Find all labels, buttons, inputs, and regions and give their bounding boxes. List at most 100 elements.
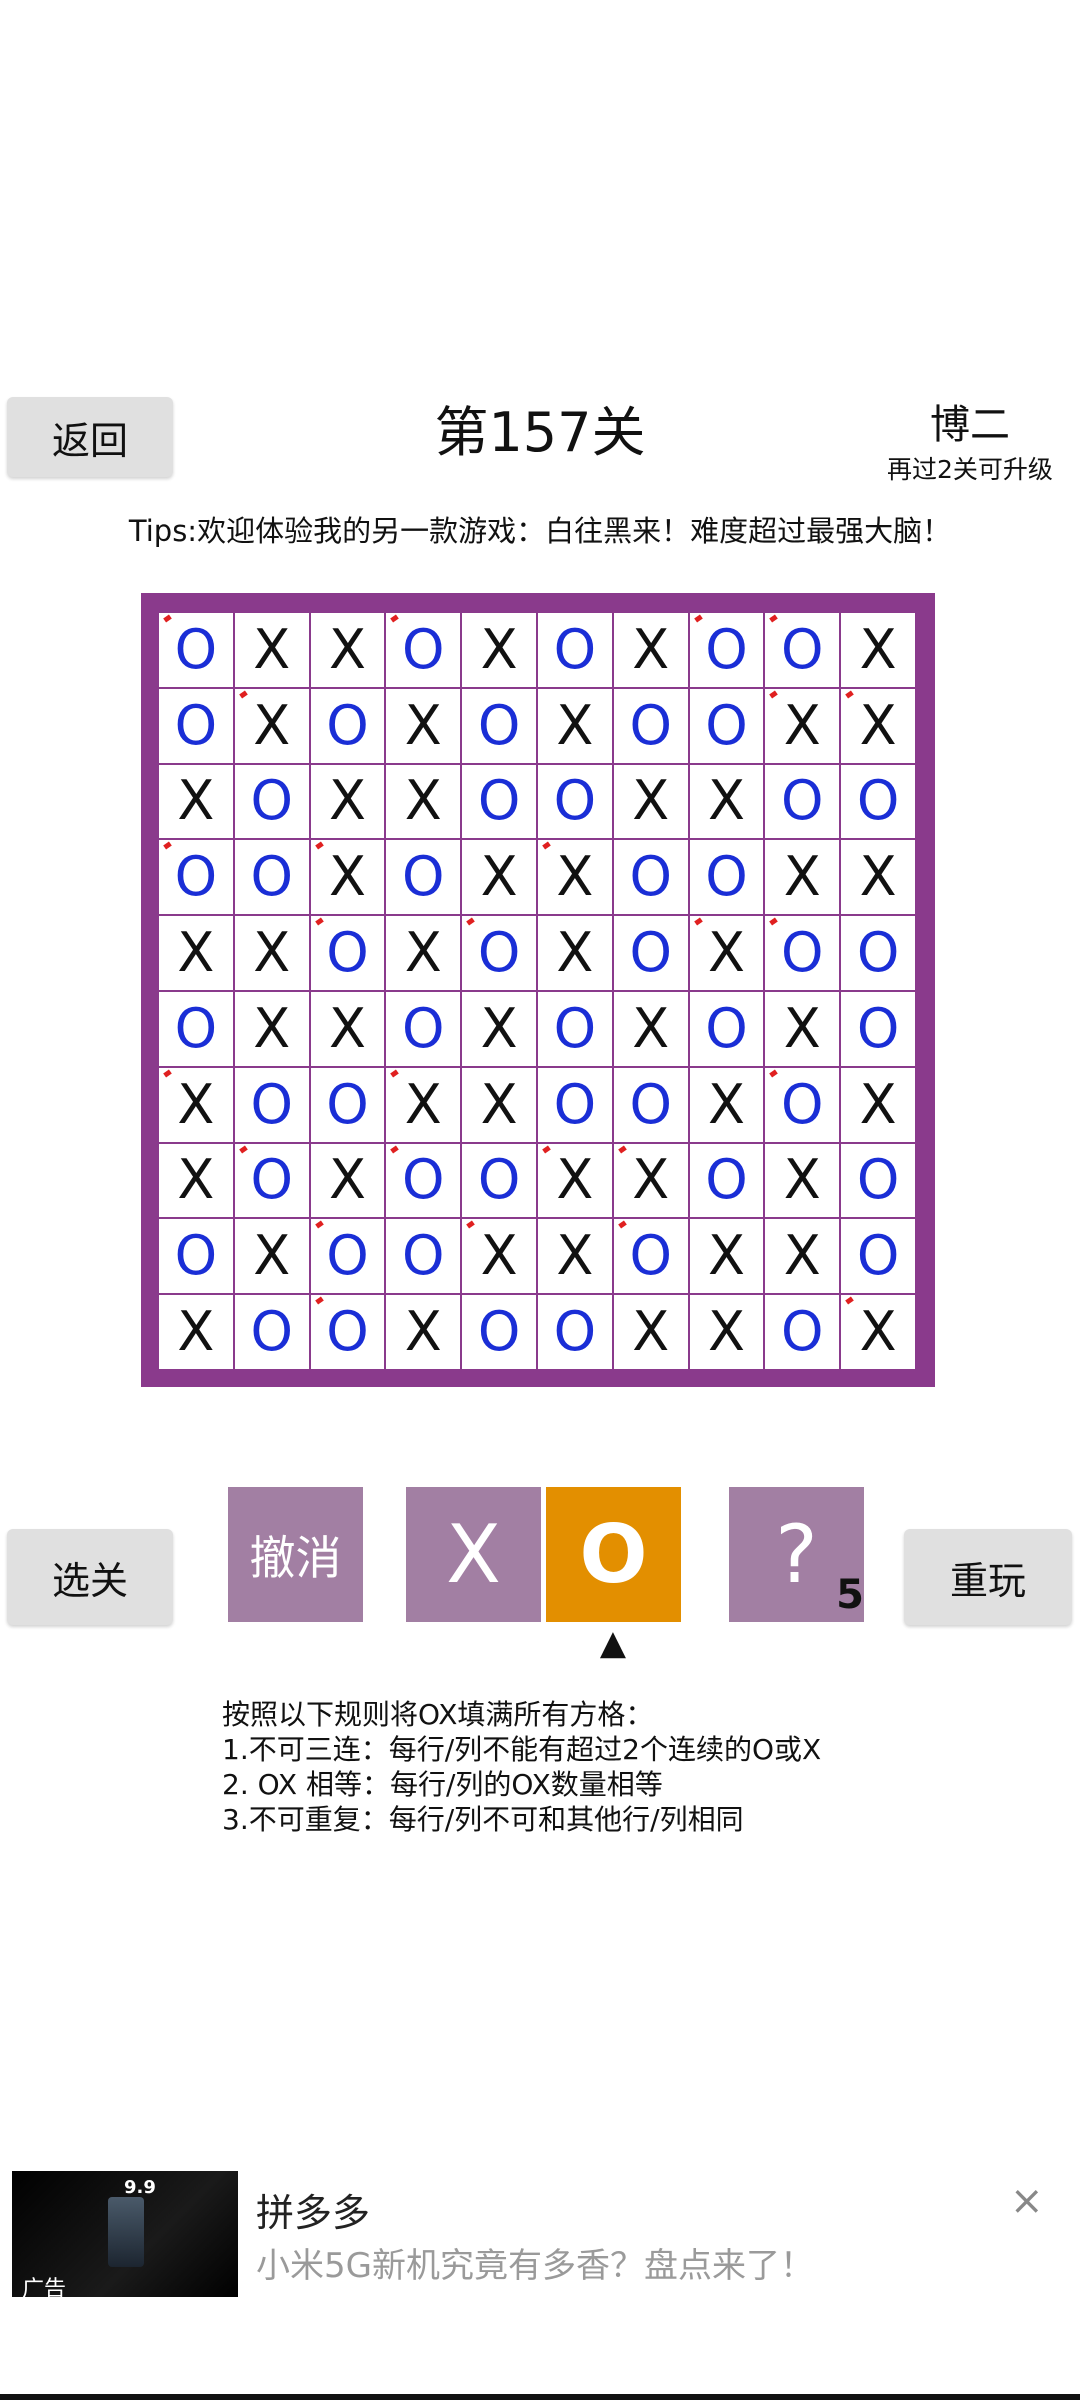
board-cell[interactable]: X [613,613,688,687]
board-cell[interactable]: X [159,916,233,990]
board-cell[interactable]: O [310,688,385,763]
board-cell[interactable]: O [538,613,612,687]
board-cell[interactable]: X [613,1295,688,1369]
board-cell[interactable]: O [234,1143,309,1218]
board-cell[interactable]: O [234,764,309,839]
ad-banner[interactable]: 9.9 广告 拼多多 小米5G新机究竟有多香？盘点来了！ × [0,2170,1080,2302]
board-cell[interactable]: X [386,1295,461,1369]
board-cell[interactable]: X [538,1143,612,1218]
board-cell[interactable]: X [538,688,612,763]
board-cell[interactable]: X [386,916,461,990]
board-cell[interactable]: O [689,1143,764,1218]
board-cell[interactable]: X [841,840,915,915]
board-cell[interactable]: O [386,992,461,1066]
board-cell[interactable]: X [310,840,385,915]
board-cell[interactable]: X [841,613,915,687]
board-cell[interactable]: X [613,764,688,839]
board-cell[interactable]: X [765,992,840,1066]
board-cell[interactable]: X [462,1219,536,1294]
board-cell[interactable]: X [765,1143,840,1218]
board-cell[interactable]: X [765,840,840,915]
board-cell[interactable]: O [234,840,309,915]
board-cell[interactable]: X [613,992,688,1066]
undo-button[interactable]: 撤消 [228,1487,363,1622]
board-cell[interactable]: O [613,688,688,763]
board-cell[interactable]: O [689,992,764,1066]
board-cell[interactable]: O [765,916,840,990]
back-button[interactable]: 返回 [7,397,173,477]
ad-title[interactable]: 拼多多 [256,2182,370,2237]
board-cell[interactable]: X [310,1143,385,1218]
board-cell[interactable]: X [159,1295,233,1369]
board-cell[interactable]: X [765,688,840,763]
board-cell[interactable]: O [159,840,233,915]
board-cell[interactable]: X [689,1295,764,1369]
board-cell[interactable]: X [538,916,612,990]
board-cell[interactable]: X [689,764,764,839]
board-cell[interactable]: X [689,1219,764,1294]
board-cell[interactable]: O [613,840,688,915]
board-cell[interactable]: X [159,1143,233,1218]
board-cell[interactable]: X [234,992,309,1066]
board-cell[interactable]: O [386,840,461,915]
board-cell[interactable]: X [386,764,461,839]
board-cell[interactable]: O [841,1219,915,1294]
board-cell[interactable]: O [159,992,233,1066]
board-cell[interactable]: X [386,688,461,763]
board-cell[interactable]: X [538,1219,612,1294]
board-cell[interactable]: X [234,613,309,687]
board-cell[interactable]: X [310,764,385,839]
board-cell[interactable]: O [462,916,536,990]
board-cell[interactable]: O [689,840,764,915]
restart-button[interactable]: 重玩 [904,1529,1072,1625]
board-cell[interactable]: O [538,764,612,839]
board-cell[interactable]: O [538,992,612,1066]
board-cell[interactable]: X [538,840,612,915]
board-cell[interactable]: O [234,1295,309,1369]
board-cell[interactable]: O [765,764,840,839]
board-cell[interactable]: O [386,1219,461,1294]
board-cell[interactable]: O [613,1067,688,1142]
board-cell[interactable]: O [462,1143,536,1218]
board-cell[interactable]: O [310,916,385,990]
board-cell[interactable]: O [765,613,840,687]
board-cell[interactable]: O [159,613,233,687]
board-cell[interactable]: O [689,688,764,763]
board-cell[interactable]: O [689,613,764,687]
ad-thumbnail[interactable]: 9.9 广告 [12,2171,238,2302]
board-cell[interactable]: O [538,1295,612,1369]
board-cell[interactable]: O [462,764,536,839]
board-cell[interactable]: X [462,840,536,915]
select-level-button[interactable]: 选关 [7,1529,173,1625]
board-cell[interactable]: O [841,916,915,990]
board-cell[interactable]: O [310,1067,385,1142]
board-cell[interactable]: O [386,1143,461,1218]
board-cell[interactable]: O [310,1219,385,1294]
board-cell[interactable]: X [310,613,385,687]
board-cell[interactable]: X [841,1295,915,1369]
board-cell[interactable]: O [765,1295,840,1369]
board-cell[interactable]: X [462,992,536,1066]
board-cell[interactable]: X [234,1219,309,1294]
board-cell[interactable]: X [765,1219,840,1294]
board-cell[interactable]: X [310,992,385,1066]
board-cell[interactable]: X [841,1067,915,1142]
close-icon[interactable]: × [1010,2178,1044,2224]
board-cell[interactable]: O [159,688,233,763]
x-select-button[interactable]: X [406,1487,541,1622]
board-cell[interactable]: X [386,1067,461,1142]
board-cell[interactable]: X [613,1143,688,1218]
board-cell[interactable]: X [841,688,915,763]
board-cell[interactable]: X [234,916,309,990]
board-cell[interactable]: X [689,916,764,990]
board-cell[interactable]: O [841,992,915,1066]
board-cell[interactable]: O [538,1067,612,1142]
hint-button[interactable]: ? 5 [729,1487,864,1622]
board-cell[interactable]: O [613,1219,688,1294]
board-cell[interactable]: X [689,1067,764,1142]
ad-description[interactable]: 小米5G新机究竟有多香？盘点来了！ [256,2238,814,2287]
o-select-button[interactable]: O [546,1487,681,1622]
board-cell[interactable]: X [234,688,309,763]
board-cell[interactable]: X [462,613,536,687]
board-cell[interactable]: O [386,613,461,687]
